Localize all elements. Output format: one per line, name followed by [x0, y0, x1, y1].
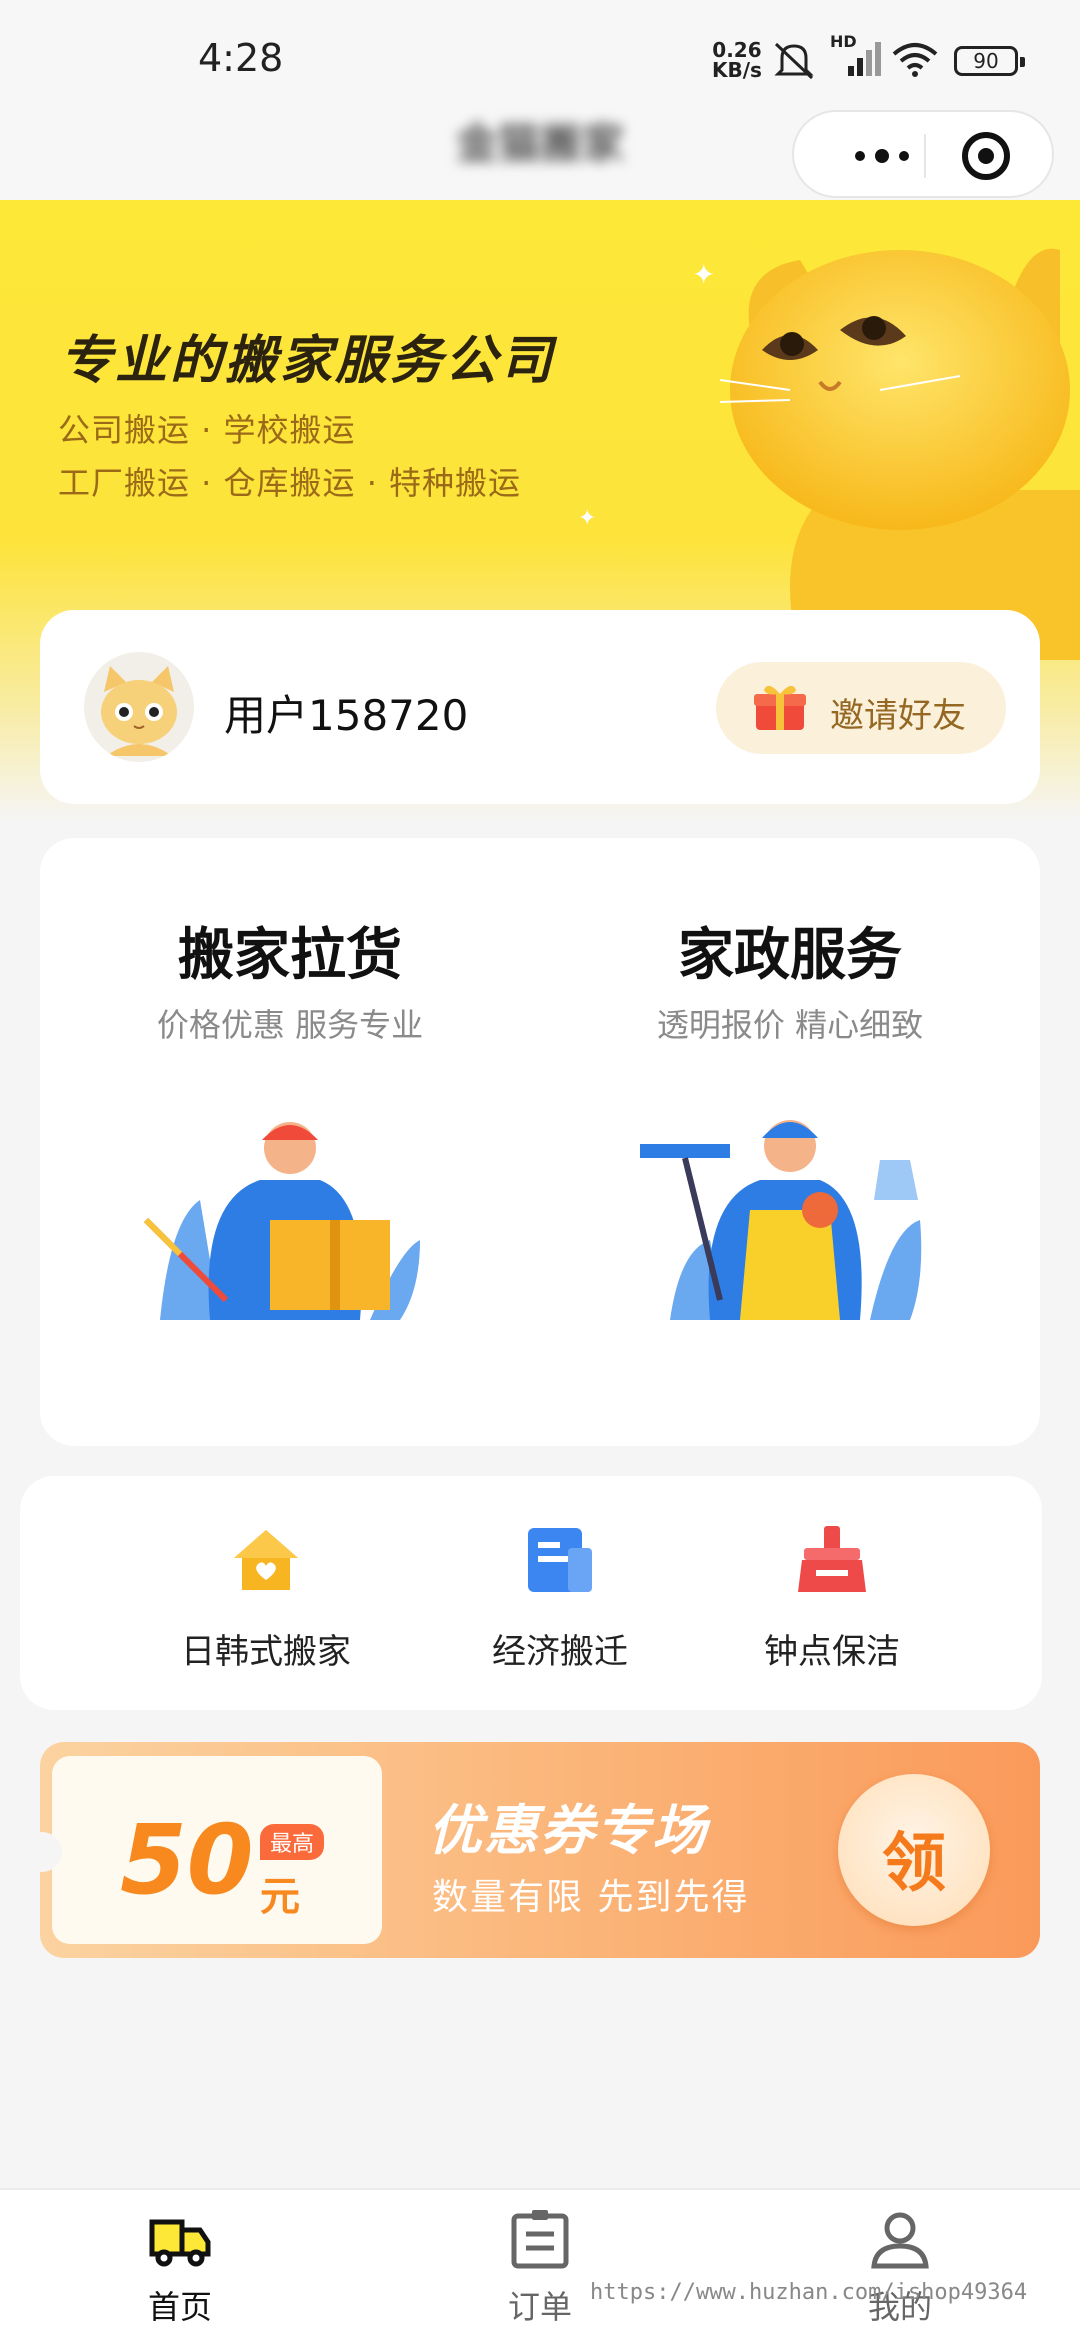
quick-entry-hourly-cleaning[interactable]: 钟点保洁: [722, 1524, 942, 1684]
watermark: https://www.huzhan.com/ishop49364: [590, 2280, 1028, 2305]
coupon-subtitle: 数量有限 先到先得: [432, 1877, 750, 1918]
banner-line-2: 工厂搬运 · 仓库搬运 · 特种搬运: [58, 464, 522, 502]
service-housekeeping[interactable]: 家政服务 透明报价 精心细致: [540, 838, 1040, 1446]
claim-coupon-button[interactable]: 领: [838, 1774, 990, 1926]
service-title: 家政服务: [678, 923, 902, 988]
coupon-max-badge: 最高: [260, 1824, 325, 1860]
network-speed-unit: KB/s: [712, 58, 762, 82]
username: 用户158720: [224, 691, 469, 740]
coupon-title: 优惠券专场: [428, 1799, 708, 1862]
service-title: 搬家拉货: [178, 923, 402, 988]
invite-label: 邀请好友: [830, 696, 966, 736]
service-subtitle: 透明报价 精心细致: [656, 1006, 924, 1044]
service-moving[interactable]: 搬家拉货 价格优惠 服务专业: [40, 838, 540, 1446]
gift-icon: [754, 685, 806, 730]
status-bar: 4:28 0.26 KB/s HD 90: [0, 0, 1080, 110]
more-button[interactable]: [832, 138, 932, 174]
user-icon: [871, 2212, 929, 2269]
banner-line-1: 公司搬运 · 学校搬运: [58, 411, 356, 449]
wifi-icon: [892, 43, 938, 77]
broom-icon: [798, 1526, 866, 1592]
sparkle-icon: ✦: [578, 506, 597, 531]
network-speed: 0.26 KB/s: [712, 40, 762, 80]
signal-icon: [848, 42, 881, 76]
invite-friends-button[interactable]: 邀请好友: [716, 662, 1006, 754]
quick-entries: 日韩式搬家 经济搬迁 钟点保洁: [20, 1476, 1042, 1710]
quick-entry-label: 钟点保洁: [764, 1632, 900, 1672]
coupon-stub: 50 最高 元: [52, 1756, 382, 1944]
avatar[interactable]: [84, 652, 194, 762]
services-card: 搬家拉货 价格优惠 服务专业 家政服务 透明报价 精心细致: [40, 838, 1040, 1446]
document-icon: [528, 1528, 592, 1592]
order-icon: [511, 2210, 569, 2269]
coupon-banner[interactable]: 50 最高 元 优惠券专场 数量有限 先到先得 领: [40, 1742, 1040, 1958]
mini-program-capsule: [792, 110, 1054, 198]
banner-title: 专业的搬家服务公司: [60, 331, 556, 391]
quick-entry-economy-moving[interactable]: 经济搬迁: [450, 1524, 670, 1684]
truck-icon: [149, 2219, 211, 2267]
house-icon: [234, 1530, 298, 1590]
nav-bar: 金猫搬家: [0, 110, 1080, 200]
mover-illustration-icon: [143, 1122, 420, 1320]
coupon-unit: 元: [260, 1874, 300, 1920]
tab-bar: 首页 订单 我的: [0, 2188, 1080, 2340]
claim-label: 领: [882, 1827, 946, 1901]
dot-icon: [899, 151, 909, 161]
mute-bell-icon: [774, 42, 814, 80]
service-subtitle: 价格优惠 服务专业: [156, 1006, 424, 1044]
tab-orders[interactable]: 订单: [420, 2190, 660, 2340]
quick-entry-label: 日韩式搬家: [181, 1632, 351, 1672]
close-target-icon[interactable]: [962, 132, 1010, 180]
quick-entry-label: 经济搬迁: [492, 1632, 628, 1672]
dot-icon: [855, 151, 865, 161]
cleaner-illustration-icon: [640, 1120, 922, 1320]
quick-entry-japanese-moving[interactable]: 日韩式搬家: [156, 1524, 376, 1684]
cat-mascot-icon: [719, 248, 1080, 660]
dot-icon: [875, 149, 889, 163]
cat-avatar-icon: [101, 666, 177, 756]
battery-indicator: 90: [954, 46, 1025, 76]
coupon-amount: 50: [120, 1804, 254, 1916]
status-time: 4:28: [198, 36, 284, 80]
tab-home[interactable]: 首页: [60, 2190, 300, 2340]
tab-label: 首页: [147, 2288, 212, 2326]
tab-profile[interactable]: 我的: [780, 2190, 1020, 2340]
capsule-divider: [924, 134, 926, 178]
network-speed-value: 0.26: [712, 38, 762, 62]
user-card: 用户158720 邀请好友: [40, 610, 1040, 804]
